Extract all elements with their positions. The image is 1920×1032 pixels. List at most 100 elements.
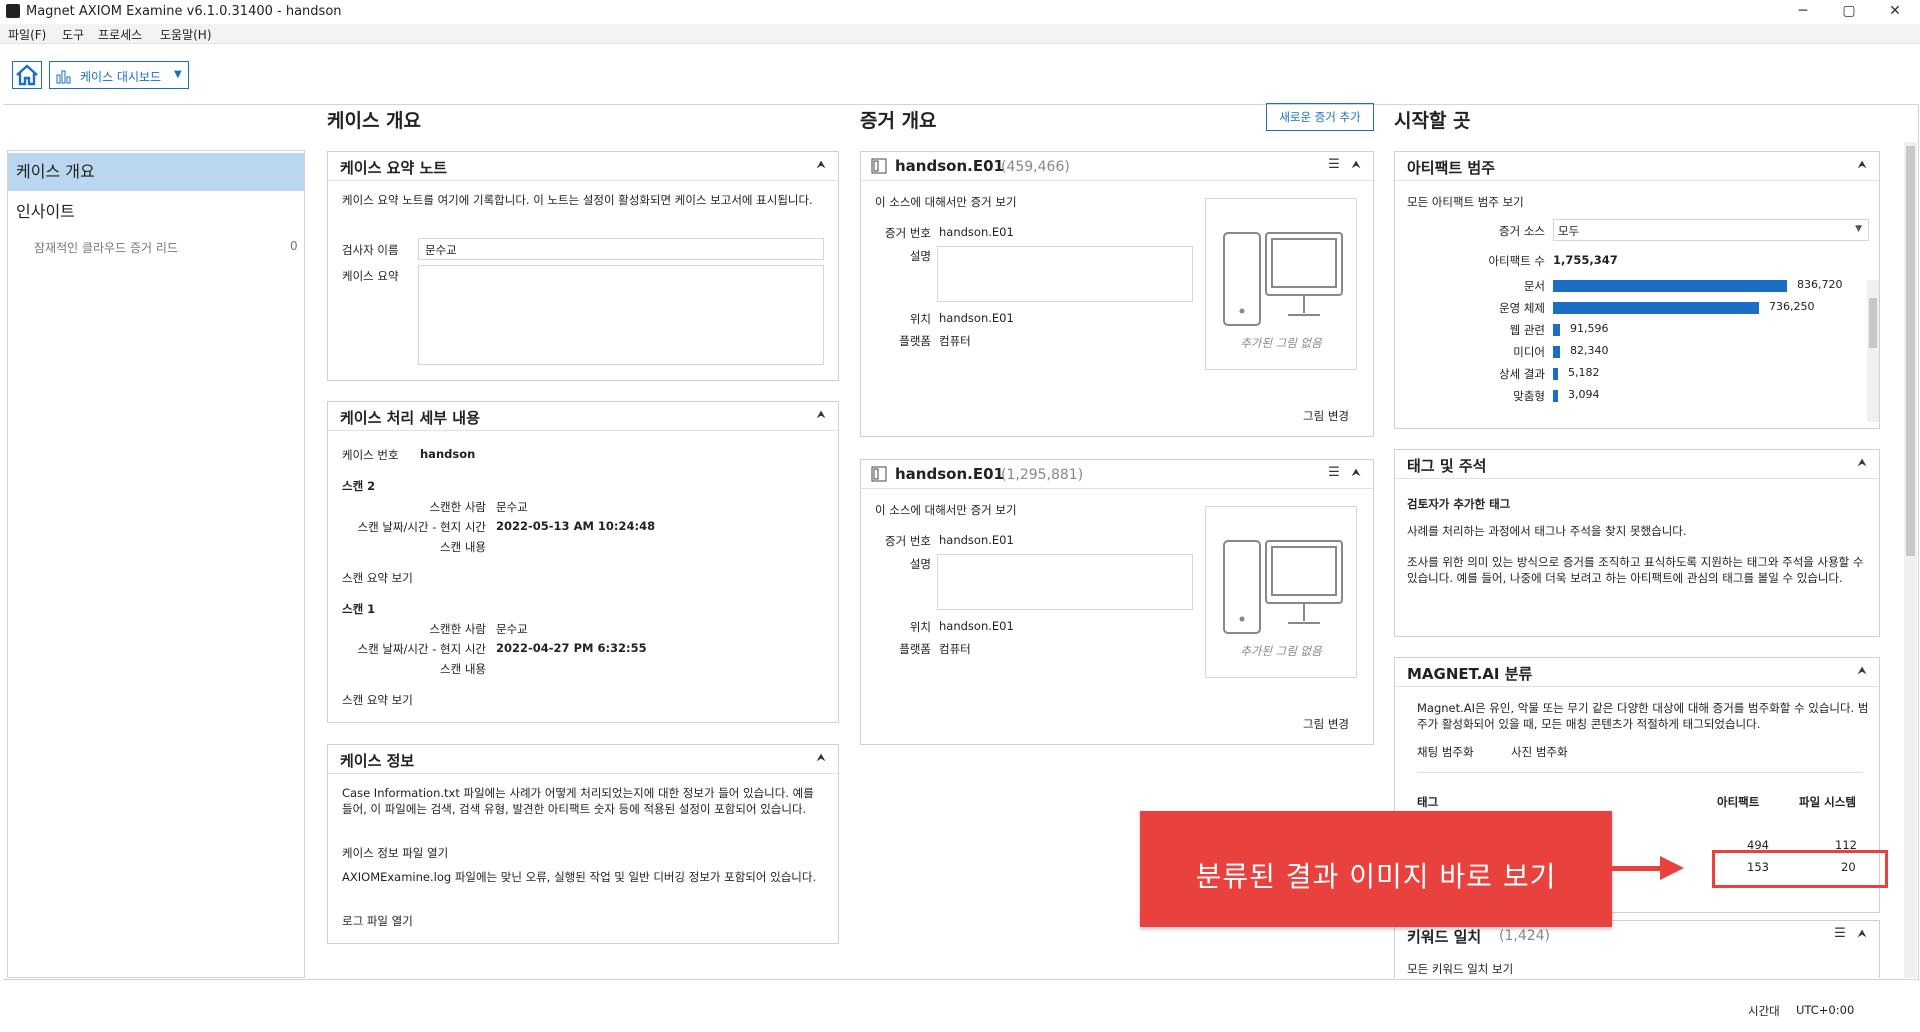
highlight-box bbox=[1712, 850, 1888, 888]
evidence-location-value: handson.E01 bbox=[939, 619, 1014, 633]
category-label: 미디어 bbox=[1513, 345, 1545, 359]
case-overview-heading: 케이스 개요 bbox=[327, 110, 422, 132]
view-source-evidence-link[interactable]: 이 소스에 대해서만 증거 보기 bbox=[875, 502, 1017, 518]
log-file-link[interactable]: 로그 파일 열기 bbox=[342, 913, 413, 929]
view-all-categories-link[interactable]: 모든 아티팩트 범주 보기 bbox=[1407, 194, 1524, 210]
category-bar[interactable] bbox=[1553, 280, 1787, 292]
menu-tools[interactable]: 도구 bbox=[62, 26, 84, 43]
add-evidence-button[interactable]: 새로운 증거 추가 bbox=[1266, 103, 1374, 131]
collapse-icon[interactable]: ⮝ bbox=[1349, 466, 1363, 480]
case-number-value: handson bbox=[420, 447, 476, 461]
tags-help-desc: 조사를 위한 의미 있는 방식으로 증거를 조직하고 표식하도록 지원하는 태그… bbox=[1407, 555, 1864, 585]
view-source-evidence-link[interactable]: 이 소스에 대해서만 증거 보기 bbox=[875, 194, 1017, 210]
menu-process[interactable]: 프로세스 bbox=[98, 26, 142, 43]
divider bbox=[1417, 772, 1863, 773]
evidence-count: (459,466) bbox=[1001, 159, 1070, 175]
evidence-panel: handson.E01 (459,466) ☰ ⮝ 이 소스에 대해서만 증거 … bbox=[860, 151, 1374, 437]
category-label: 맞춤형 bbox=[1513, 389, 1545, 403]
sidebar-item-insights[interactable]: 인사이트 bbox=[8, 193, 304, 231]
timezone-value: UTC+0:00 bbox=[1796, 1003, 1855, 1017]
magnet-ai-desc: Magnet.AI은 유인, 악물 또는 무기 같은 다양한 대상에 대해 증거… bbox=[1417, 701, 1869, 731]
menu-icon[interactable]: ☰ bbox=[1833, 927, 1847, 941]
category-bar[interactable] bbox=[1553, 390, 1558, 402]
menu-help[interactable]: 도움말(H) bbox=[160, 26, 212, 43]
case-summary-note-panel: 케이스 요약 노트 ⮝ 케이스 요약 노트를 여기에 기록합니다. 이 노트는 … bbox=[327, 151, 839, 381]
sidebar-item-cloud-leads[interactable]: 잠재적인 클라우드 증거 리드 bbox=[34, 239, 178, 256]
menu-file[interactable]: 파일(F) bbox=[8, 26, 46, 43]
scrollbar-thumb[interactable] bbox=[1869, 298, 1877, 348]
case-info-file-link[interactable]: 케이스 정보 파일 열기 bbox=[342, 845, 448, 861]
sidebar-item-case-overview[interactable]: 케이스 개요 bbox=[8, 153, 304, 191]
photo-categorize-link[interactable]: 사진 범주화 bbox=[1511, 744, 1568, 760]
examiner-input[interactable]: 문수교 bbox=[418, 238, 824, 260]
callout-text: 분류된 결과 이미지 바로 보기 bbox=[1195, 860, 1557, 893]
panel-header: handson.E01 (459,466) ☰ ⮝ bbox=[861, 152, 1373, 181]
collapse-icon[interactable]: ⮝ bbox=[814, 408, 828, 422]
chevron-down-icon: ▼ bbox=[174, 69, 182, 80]
scan-content-label: 스캔 내용 bbox=[440, 540, 486, 554]
case-number-label: 케이스 번호 bbox=[342, 448, 399, 462]
close-icon[interactable]: ✕ bbox=[1872, 0, 1918, 24]
evidence-platform-label: 플랫폼 bbox=[899, 334, 931, 348]
menu-icon[interactable]: ☰ bbox=[1327, 158, 1341, 172]
evidence-desc-input[interactable] bbox=[937, 246, 1193, 302]
collapse-icon[interactable]: ⮝ bbox=[1349, 158, 1363, 172]
evidence-platform-value: 컴퓨터 bbox=[939, 642, 971, 656]
category-bar[interactable] bbox=[1553, 346, 1560, 358]
col-artifact-header: 아티팩트 bbox=[1717, 795, 1760, 809]
dashboard-label: 케이스 대시보드 bbox=[80, 70, 162, 84]
case-summary-textarea[interactable] bbox=[418, 265, 824, 365]
collapse-icon[interactable]: ⮝ bbox=[1855, 158, 1869, 172]
dashboard-dropdown[interactable]: 케이스 대시보드 ▼ bbox=[49, 61, 189, 89]
panel-title: 케이스 정보 bbox=[340, 752, 415, 770]
collapse-icon[interactable]: ⮝ bbox=[814, 751, 828, 765]
case-summary-label: 케이스 요약 bbox=[342, 269, 399, 283]
panel-title: 케이스 요약 노트 bbox=[340, 159, 448, 177]
main-scrollbar[interactable] bbox=[1904, 142, 1917, 978]
panel-header: 케이스 정보 ⮝ bbox=[328, 745, 838, 774]
collapse-icon[interactable]: ⮝ bbox=[1855, 456, 1869, 470]
category-scrollbar[interactable] bbox=[1867, 280, 1879, 422]
minimize-icon[interactable]: ─ bbox=[1780, 0, 1826, 24]
evidence-platform-label: 플랫폼 bbox=[899, 642, 931, 656]
evidence-source-select[interactable]: 모두 ▼ bbox=[1553, 219, 1869, 241]
scan-content-label: 스캔 내용 bbox=[440, 662, 486, 676]
evidence-name: handson.E01 bbox=[895, 157, 1004, 175]
evidence-no-value: handson.E01 bbox=[939, 533, 1014, 547]
scan-by-value: 문수교 bbox=[496, 500, 528, 514]
arrow-right-icon bbox=[1660, 856, 1684, 880]
collapse-icon[interactable]: ⮝ bbox=[1855, 927, 1869, 941]
scan-title: 스캔 2 bbox=[342, 479, 376, 493]
evidence-desc-input[interactable] bbox=[937, 554, 1193, 610]
category-value: 736,250 bbox=[1769, 300, 1815, 313]
no-image-label: 추가된 그림 없음 bbox=[1240, 336, 1322, 350]
evidence-desc-label: 설명 bbox=[909, 249, 931, 263]
home-button[interactable] bbox=[12, 61, 42, 89]
artifact-count-value: 1,755,347 bbox=[1553, 253, 1618, 267]
chat-categorize-link[interactable]: 채팅 범주화 bbox=[1417, 744, 1474, 760]
category-label: 운영 체제 bbox=[1499, 301, 1545, 315]
scan-datetime-label: 스캔 날짜/시간 - 현지 시간 bbox=[357, 642, 486, 656]
tags-panel: 태그 및 주석 ⮝ 검토자가 추가한 태그 사례를 처리하는 과정에서 태그나 … bbox=[1394, 449, 1880, 637]
scrollbar-thumb[interactable] bbox=[1906, 146, 1915, 556]
computer-icon bbox=[1223, 232, 1343, 326]
scan-summary-link[interactable]: 스캔 요약 보기 bbox=[342, 692, 413, 708]
evidence-icon bbox=[871, 466, 887, 482]
panel-header: 케이스 요약 노트 ⮝ bbox=[328, 152, 838, 181]
category-bar[interactable] bbox=[1553, 368, 1558, 380]
change-image-link[interactable]: 그림 변경 bbox=[1303, 408, 1349, 424]
summary-note-desc: 케이스 요약 노트를 여기에 기록합니다. 이 노트는 설정이 활성화되면 케이… bbox=[342, 193, 813, 207]
view-all-keywords-link[interactable]: 모든 키워드 일치 보기 bbox=[1407, 961, 1513, 977]
category-value: 3,094 bbox=[1568, 388, 1600, 401]
menu-bar: 파일(F) 도구 프로세스 도움말(H) bbox=[0, 24, 1920, 44]
scan-by-label: 스캔한 사람 bbox=[429, 500, 486, 514]
col-filesystem-header: 파일 시스템 bbox=[1799, 795, 1856, 809]
scan-summary-link[interactable]: 스캔 요약 보기 bbox=[342, 570, 413, 586]
category-bar[interactable] bbox=[1553, 324, 1560, 336]
collapse-icon[interactable]: ⮝ bbox=[814, 158, 828, 172]
collapse-icon[interactable]: ⮝ bbox=[1855, 664, 1869, 678]
menu-icon[interactable]: ☰ bbox=[1327, 466, 1341, 480]
category-bar[interactable] bbox=[1553, 302, 1759, 314]
change-image-link[interactable]: 그림 변경 bbox=[1303, 716, 1349, 732]
maximize-icon[interactable]: ▢ bbox=[1826, 0, 1872, 24]
